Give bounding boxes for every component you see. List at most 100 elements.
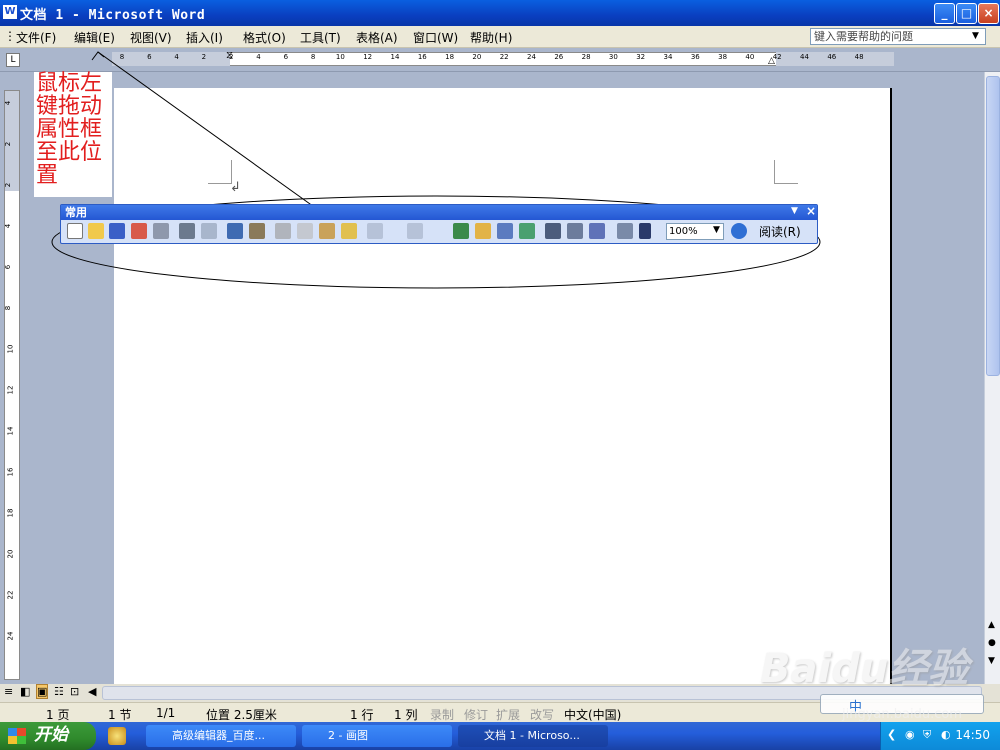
annotation-line: 键拖动 bbox=[36, 94, 103, 119]
read-mode-button[interactable]: 阅读(R) bbox=[759, 223, 801, 240]
margin-corner-top-right bbox=[774, 160, 798, 184]
minimize-button[interactable]: _ bbox=[934, 3, 955, 24]
scroll-up-icon[interactable]: ▲ bbox=[988, 620, 995, 630]
web-view-icon[interactable]: ◧ bbox=[20, 685, 30, 698]
outline-view-icon[interactable]: ☷ bbox=[54, 685, 64, 698]
help-dropdown-icon[interactable]: ▼ bbox=[972, 31, 979, 41]
hyperlink-icon[interactable] bbox=[453, 223, 469, 239]
print-icon[interactable] bbox=[179, 223, 195, 239]
menu-format[interactable]: 格式(O) bbox=[243, 29, 286, 46]
normal-view-icon[interactable]: ≡ bbox=[4, 685, 13, 698]
menu-view[interactable]: 视图(V) bbox=[130, 29, 172, 46]
menu-window[interactable]: 窗口(W) bbox=[413, 29, 458, 46]
standard-toolbar[interactable]: 常用 ▼ × 100% ▼ 阅读(R) bbox=[60, 204, 818, 244]
menu-edit[interactable]: 编辑(E) bbox=[74, 29, 115, 46]
redo-icon[interactable] bbox=[407, 223, 423, 239]
windows-logo-icon bbox=[8, 728, 26, 744]
print-preview-icon[interactable] bbox=[201, 223, 217, 239]
email-icon[interactable] bbox=[153, 223, 169, 239]
ruler-tick-label: 4 bbox=[174, 53, 179, 61]
open-icon[interactable] bbox=[88, 223, 104, 239]
status-section: 1 节 bbox=[108, 708, 132, 722]
scroll-thumb[interactable] bbox=[986, 76, 1000, 376]
scroll-left-icon[interactable]: ◀ bbox=[88, 685, 96, 698]
paste-icon[interactable] bbox=[319, 223, 335, 239]
close-button[interactable]: × bbox=[978, 3, 999, 24]
format-painter-icon[interactable] bbox=[341, 223, 357, 239]
status-extend[interactable]: 扩展 bbox=[496, 706, 520, 723]
undo-icon[interactable] bbox=[367, 223, 383, 239]
vertical-scrollbar[interactable]: ▲ ● ▼ bbox=[984, 72, 1000, 684]
toolbar-options-icon[interactable]: ▼ bbox=[791, 206, 798, 216]
ruler-tick-label: 6 bbox=[147, 53, 152, 61]
menu-help[interactable]: 帮助(H) bbox=[470, 29, 512, 46]
columns-icon[interactable] bbox=[545, 223, 561, 239]
clock[interactable]: 14:50 bbox=[955, 728, 990, 742]
vruler-tick-label: 16 bbox=[6, 467, 15, 477]
scroll-down-icon[interactable]: ▼ bbox=[988, 656, 995, 666]
start-button[interactable]: 开始 bbox=[0, 722, 96, 750]
menu-bar: ⋮ 文件(F) 编辑(E) 视图(V) 插入(I) 格式(O) 工具(T) 表格… bbox=[0, 26, 1000, 48]
task-word[interactable]: 文档 1 - Microso... bbox=[458, 725, 608, 747]
vruler-tick-label: 20 bbox=[6, 549, 15, 559]
document-page[interactable]: ↲ bbox=[114, 88, 892, 688]
vertical-ruler[interactable]: 4 2 2 4 6 8 10 12 14 16 18 20 22 24 bbox=[4, 90, 20, 680]
ruler-tick-label: 32 bbox=[636, 53, 646, 61]
document-map-icon[interactable] bbox=[589, 223, 605, 239]
ruler-tick-label: 38 bbox=[718, 53, 728, 61]
status-record[interactable]: 录制 bbox=[430, 706, 454, 723]
tables-borders-icon[interactable] bbox=[475, 223, 491, 239]
ruler-tick-label: 48 bbox=[854, 53, 864, 61]
tray-arrow-icon[interactable]: ❮ bbox=[887, 728, 896, 741]
ruler-tick-label: 36 bbox=[690, 53, 700, 61]
tab-selector-icon[interactable]: L bbox=[6, 53, 20, 67]
quicklaunch-icon[interactable] bbox=[108, 727, 126, 745]
status-track[interactable]: 修订 bbox=[464, 706, 488, 723]
toolbar-title[interactable]: 常用 bbox=[61, 205, 817, 220]
right-indent-marker-icon[interactable]: △ bbox=[768, 56, 775, 66]
toolbar-close-icon[interactable]: × bbox=[806, 204, 816, 218]
horizontal-ruler[interactable]: L 8 6 4 2 2 4 6 8 10 12 14 16 18 20 22 24 26 28 30 32 34 36 38… bbox=[0, 48, 1000, 72]
menu-tools[interactable]: 工具(T) bbox=[300, 29, 341, 46]
menu-insert[interactable]: 插入(I) bbox=[186, 29, 223, 46]
indent-marker-icon[interactable]: ⧖ bbox=[226, 50, 233, 61]
tray-volume-icon[interactable]: ◐ bbox=[941, 728, 951, 741]
new-document-icon[interactable] bbox=[67, 223, 83, 239]
margin-corner-top-left bbox=[208, 160, 232, 184]
permission-icon[interactable] bbox=[131, 223, 147, 239]
drawing-icon[interactable] bbox=[567, 223, 583, 239]
tray-shield-icon[interactable]: ⛨ bbox=[923, 728, 931, 742]
ruler-tick-label: 44 bbox=[800, 53, 809, 61]
zoom-dropdown-icon[interactable]: ▼ bbox=[713, 225, 720, 235]
annotation-text: 鼠标左 键拖动 属性框 至此位 置 bbox=[34, 72, 112, 197]
copy-icon[interactable] bbox=[297, 223, 313, 239]
menu-table[interactable]: 表格(A) bbox=[356, 29, 398, 46]
help-icon[interactable] bbox=[731, 223, 747, 239]
maximize-button[interactable]: □ bbox=[956, 3, 977, 24]
ruler-tick-label: 6 bbox=[283, 53, 289, 61]
ruler-left-margin bbox=[112, 52, 230, 66]
tray-network-icon[interactable]: ◉ bbox=[905, 728, 915, 741]
help-search-input[interactable]: 键入需要帮助的问题 bbox=[810, 28, 986, 45]
research-icon[interactable] bbox=[249, 223, 265, 239]
show-hide-icon[interactable] bbox=[617, 223, 633, 239]
reading-view-icon[interactable]: ⊡ bbox=[70, 685, 79, 698]
cut-icon[interactable] bbox=[275, 223, 291, 239]
title-bar: W 文档 1 - Microsoft Word _ □ × bbox=[0, 0, 1000, 26]
ruler-tick-label: 14 bbox=[390, 53, 400, 61]
task-paint[interactable]: 2 - 画图 bbox=[302, 725, 452, 747]
ruler-tick-label: 8 bbox=[119, 53, 125, 61]
ruler-tick-label: 10 bbox=[335, 53, 345, 61]
vruler-tick-label: 6 bbox=[4, 264, 13, 270]
paragraph-mark-icon[interactable] bbox=[639, 223, 651, 239]
save-icon[interactable] bbox=[109, 223, 125, 239]
ruler-tick-label: 30 bbox=[608, 53, 618, 61]
task-browser[interactable]: 高级编辑器_百度... bbox=[146, 725, 296, 747]
print-view-icon[interactable]: ▣ bbox=[36, 684, 49, 699]
status-overtype[interactable]: 改写 bbox=[530, 706, 554, 723]
select-browse-icon[interactable]: ● bbox=[988, 638, 996, 648]
menu-file[interactable]: 文件(F) bbox=[16, 29, 56, 46]
insert-table-icon[interactable] bbox=[497, 223, 513, 239]
insert-excel-icon[interactable] bbox=[519, 223, 535, 239]
spelling-icon[interactable] bbox=[227, 223, 243, 239]
